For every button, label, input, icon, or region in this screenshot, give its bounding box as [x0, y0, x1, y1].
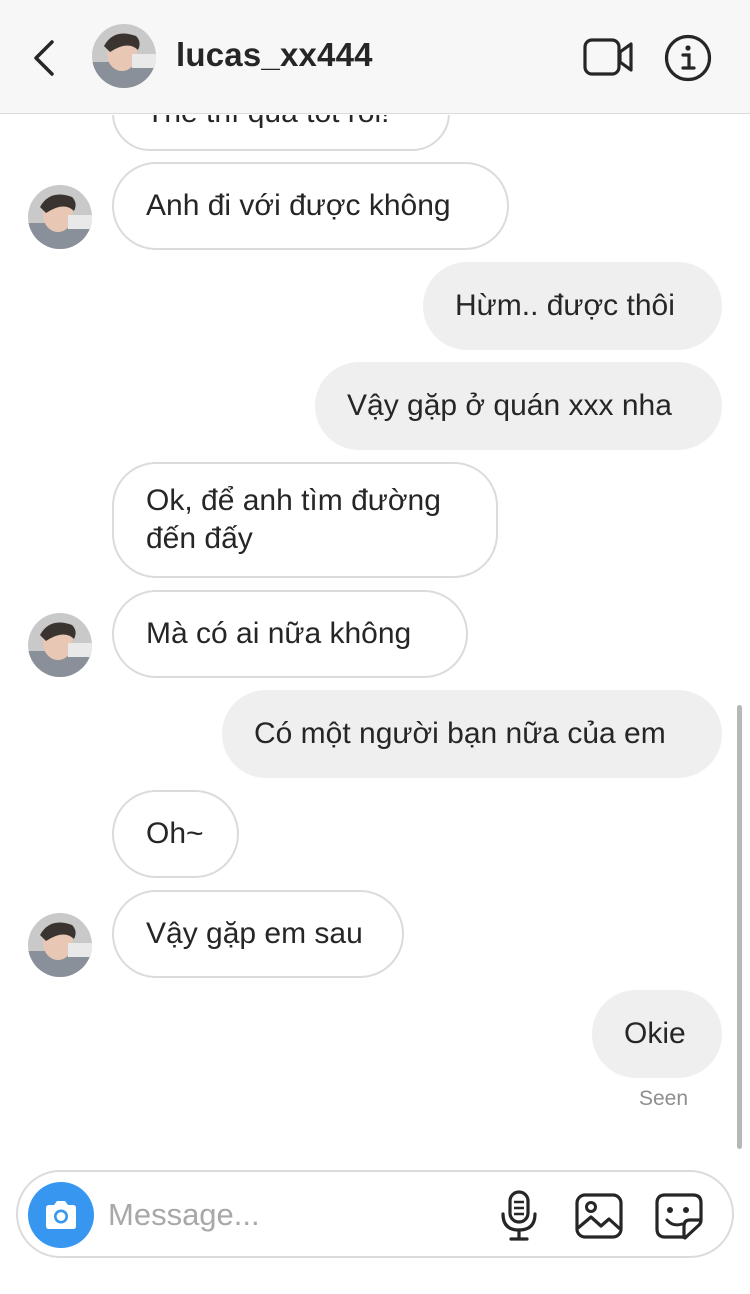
message-text: Oh~ [146, 817, 204, 850]
message-bubble-incoming[interactable]: Mà có ai nữa không [112, 590, 468, 678]
seen-indicator: Seen [638, 1087, 688, 1110]
video-call-button[interactable] [582, 36, 634, 78]
message-text: Vậy gặp ở quán xxx nha [347, 389, 672, 422]
image-gallery-icon [575, 1193, 623, 1239]
message-bubble-incoming[interactable]: Oh~ [112, 790, 239, 878]
voice-message-button[interactable] [498, 1190, 540, 1242]
message-bubble-incoming[interactable]: Ok, để anh tìm đường đến đấy [112, 462, 498, 578]
message-bubble-outgoing[interactable]: Vậy gặp ở quán xxx nha [315, 362, 722, 450]
message-bubble-outgoing[interactable]: Có một người bạn nữa của em [222, 690, 722, 778]
chat-header: lucas_xx444 [0, 0, 750, 114]
message-text: Hừm.. được thôi [455, 289, 675, 322]
info-button[interactable] [664, 34, 712, 82]
message-text: Anh đi với được không [146, 189, 451, 222]
message-bubble-outgoing[interactable]: Okie [592, 990, 722, 1078]
back-button[interactable] [24, 34, 64, 82]
info-icon [664, 34, 712, 82]
camera-icon [46, 1201, 76, 1229]
message-bubble-incoming[interactable]: Thế thì quá tốt rồi! [112, 115, 450, 151]
sender-avatar[interactable] [28, 913, 92, 977]
message-text: Có một người bạn nữa của em [254, 717, 666, 750]
sender-avatar[interactable] [28, 613, 92, 677]
sticker-icon [655, 1193, 703, 1240]
sender-avatar[interactable] [28, 185, 92, 249]
message-text: Okie [624, 1017, 686, 1050]
message-composer [16, 1170, 734, 1258]
message-thread[interactable]: Thế thì quá tốt rồi! Anh đi với được khô… [0, 115, 750, 1160]
microphone-icon [501, 1190, 537, 1241]
message-text: Ok, để anh tìm đường đến đấy [146, 484, 441, 555]
contact-avatar[interactable] [92, 24, 156, 88]
message-text: Mà có ai nữa không [146, 617, 412, 650]
chevron-left-icon [34, 40, 54, 76]
video-camera-icon [583, 38, 633, 76]
sticker-button[interactable] [654, 1192, 704, 1240]
contact-username[interactable]: lucas_xx444 [176, 36, 373, 74]
message-text: Vậy gặp em sau [146, 917, 363, 950]
message-bubble-outgoing[interactable]: Hừm.. được thôi [423, 262, 722, 350]
message-text: Thế thì quá tốt rồi! [146, 115, 389, 132]
camera-button[interactable] [28, 1182, 94, 1248]
gallery-button[interactable] [574, 1192, 624, 1240]
message-bubble-incoming[interactable]: Anh đi với được không [112, 162, 509, 250]
message-input[interactable] [108, 1190, 488, 1240]
scrollbar[interactable] [737, 705, 742, 1149]
message-bubble-incoming[interactable]: Vậy gặp em sau [112, 890, 404, 978]
